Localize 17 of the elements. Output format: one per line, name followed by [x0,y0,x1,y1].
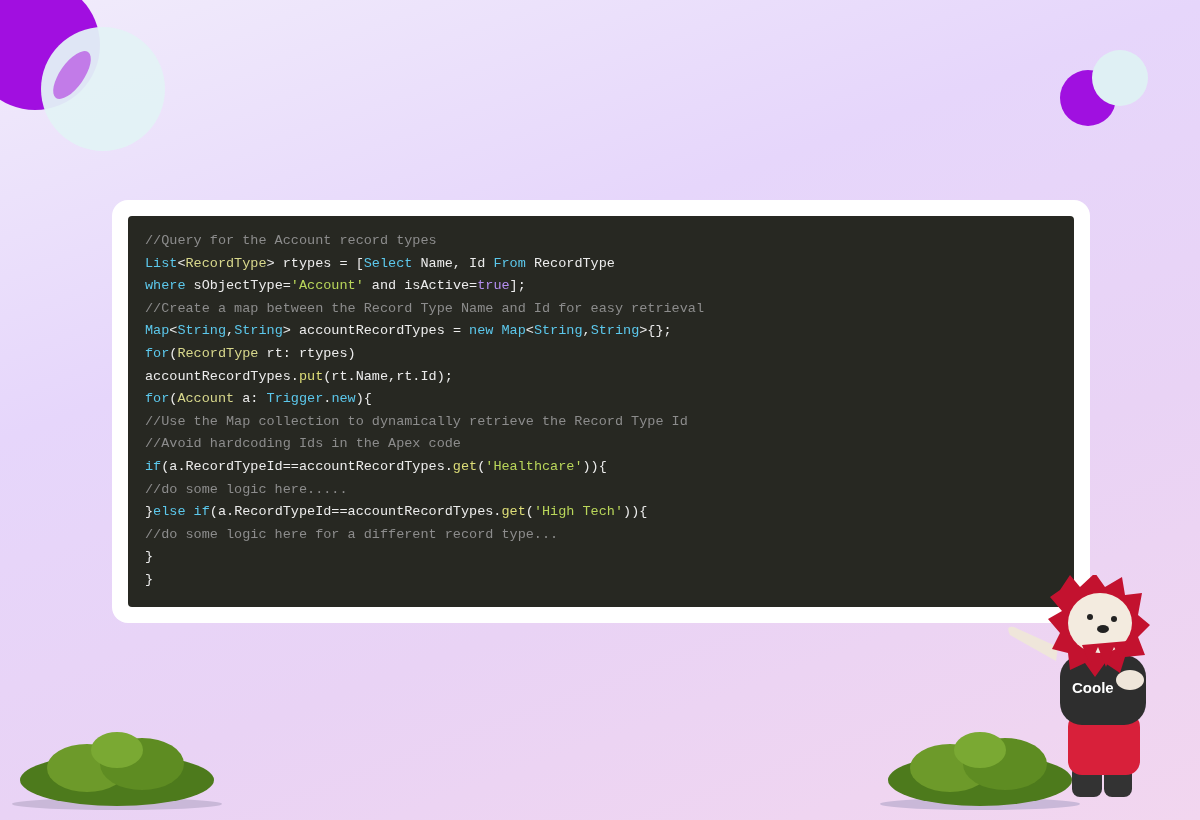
shirt-text: Coole [1072,679,1114,696]
code-line: //Use the Map collection to dynamically retrieve the Record Type Id [145,412,688,431]
code-line: accountRecordTypes.put(rt.Name,rt.Id); [145,367,453,386]
code-line: for(RecordType rt: rtypes) [145,344,356,363]
code-line: //Create a map between the Record Type Name and Id for easy retrieval [145,299,704,318]
code-line: } [145,548,154,567]
code-line: if(a.RecordTypeId==accountRecordTypes.get('Healthcare')){ [145,457,607,476]
code-line: //do some logic here..... [145,480,348,499]
code-line: where sObjectType='Account' and isActive=true]; [145,277,526,296]
code-line: for(Account a: Trigger.new){ [145,390,372,409]
code-line: //Query for the Account record types [145,232,437,250]
code-line: //do some logic here for a different record type... [145,525,559,544]
code-line: List<RecordType> rtypes = [Select Name, Id From RecordType [145,254,615,273]
code-line: Map<String,String> accountRecordTypes = new Map<String,String>{}; [145,322,672,341]
code-line: //Avoid hardcoding Ids in the Apex code [145,435,461,454]
code-line: }else if(a.RecordTypeId==accountRecordTypes.get('High Tech')){ [145,503,648,522]
code-line: } [145,570,154,589]
